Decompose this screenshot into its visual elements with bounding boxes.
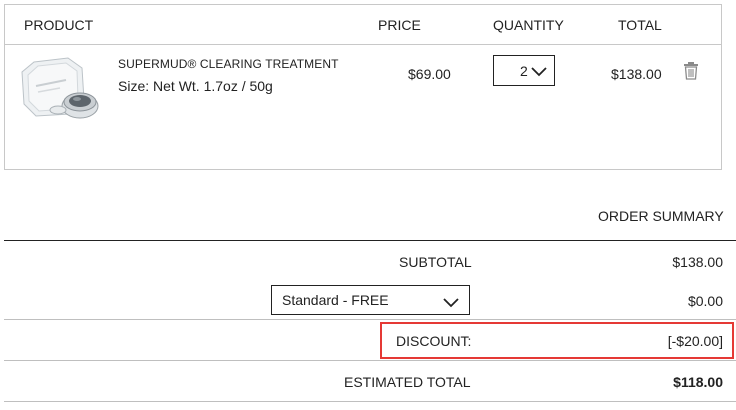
summary-divider xyxy=(4,319,736,320)
cart-table xyxy=(4,4,722,170)
shipping-method-select[interactable]: Standard - FREE xyxy=(271,285,470,315)
table-header-divider xyxy=(4,44,722,45)
shipping-option: Standard - FREE xyxy=(282,292,389,308)
unit-price: $69.00 xyxy=(408,66,451,82)
chevron-down-icon xyxy=(443,295,459,311)
subtotal-value: $138.00 xyxy=(672,254,723,270)
chevron-down-icon xyxy=(531,64,547,80)
column-header-quantity: QUANTITY xyxy=(493,17,564,33)
estimated-total-label: ESTIMATED TOTAL xyxy=(344,374,471,390)
column-header-total: TOTAL xyxy=(618,17,662,33)
column-header-price: PRICE xyxy=(378,17,421,33)
trash-icon[interactable] xyxy=(683,62,699,80)
summary-divider xyxy=(4,240,736,241)
summary-divider xyxy=(4,401,736,402)
product-size: Size: Net Wt. 1.7oz / 50g xyxy=(118,78,273,94)
subtotal-label: SUBTOTAL xyxy=(399,254,472,270)
discount-label: DISCOUNT: xyxy=(396,333,472,349)
product-image[interactable] xyxy=(20,56,102,124)
discount-value: [-$20.00] xyxy=(667,333,723,349)
order-summary-title: ORDER SUMMARY xyxy=(598,208,724,224)
column-header-product: PRODUCT xyxy=(24,17,94,33)
quantity-select[interactable]: 2 xyxy=(493,55,555,86)
line-total: $138.00 xyxy=(611,66,662,82)
product-name[interactable]: SUPERMUD® CLEARING TREATMENT xyxy=(118,57,339,71)
shipping-value: $0.00 xyxy=(687,293,723,309)
quantity-value: 2 xyxy=(520,63,528,79)
estimated-total-value: $118.00 xyxy=(673,374,723,390)
summary-divider xyxy=(4,360,736,361)
